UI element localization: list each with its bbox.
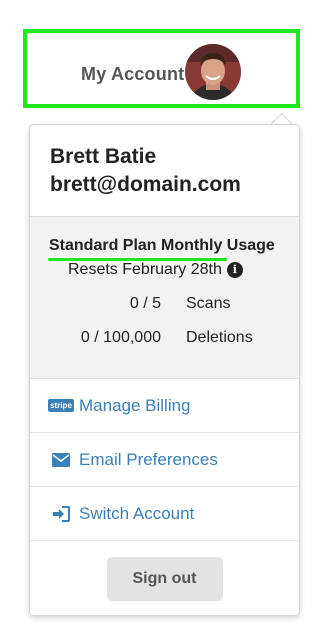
user-email: brett@domain.com: [50, 173, 241, 196]
switch-account-label: Switch Account: [79, 503, 195, 523]
resets-line: Resets February 28th i: [30, 261, 299, 279]
stat-row-deletions: 0 / 100,000 Deletions: [30, 329, 299, 347]
envelope-icon: [50, 452, 72, 467]
manage-billing-link[interactable]: stripe Manage Billing: [30, 379, 299, 433]
deletions-label: Deletions: [186, 329, 253, 346]
info-icon[interactable]: i: [226, 262, 243, 278]
avatar-image: [185, 44, 241, 100]
account-dropdown: Brett Batie brett@domain.com Standard Pl…: [29, 124, 300, 616]
email-preferences-label: Email Preferences: [79, 449, 218, 469]
manage-billing-label: Manage Billing: [79, 395, 191, 415]
scans-value: 0 / 5: [129, 295, 161, 312]
scans-label: Scans: [186, 295, 231, 312]
my-account-label: My Account: [81, 64, 185, 84]
user-name: Brett Batie: [50, 145, 157, 168]
my-account-trigger[interactable]: My Account: [23, 29, 300, 108]
stripe-icon: stripe: [48, 399, 74, 412]
usage-panel: Standard Plan Monthly Usage Resets Febru…: [30, 216, 299, 379]
sign-in-icon: [50, 505, 72, 522]
user-info: Brett Batie brett@domain.com: [30, 125, 299, 216]
plan-highlight-underline: [48, 258, 227, 261]
deletions-value: 0 / 100,000: [80, 329, 161, 346]
email-preferences-link[interactable]: Email Preferences: [30, 433, 299, 487]
dropdown-footer: Sign out: [30, 541, 299, 616]
stat-row-scans: 0 / 5 Scans: [30, 295, 299, 313]
avatar[interactable]: [185, 44, 241, 100]
resets-label: Resets February 28th: [68, 261, 222, 278]
switch-account-link[interactable]: Switch Account: [30, 487, 299, 541]
plan-usage-title: Standard Plan Monthly Usage: [49, 237, 275, 254]
sign-out-button[interactable]: Sign out: [106, 556, 223, 601]
